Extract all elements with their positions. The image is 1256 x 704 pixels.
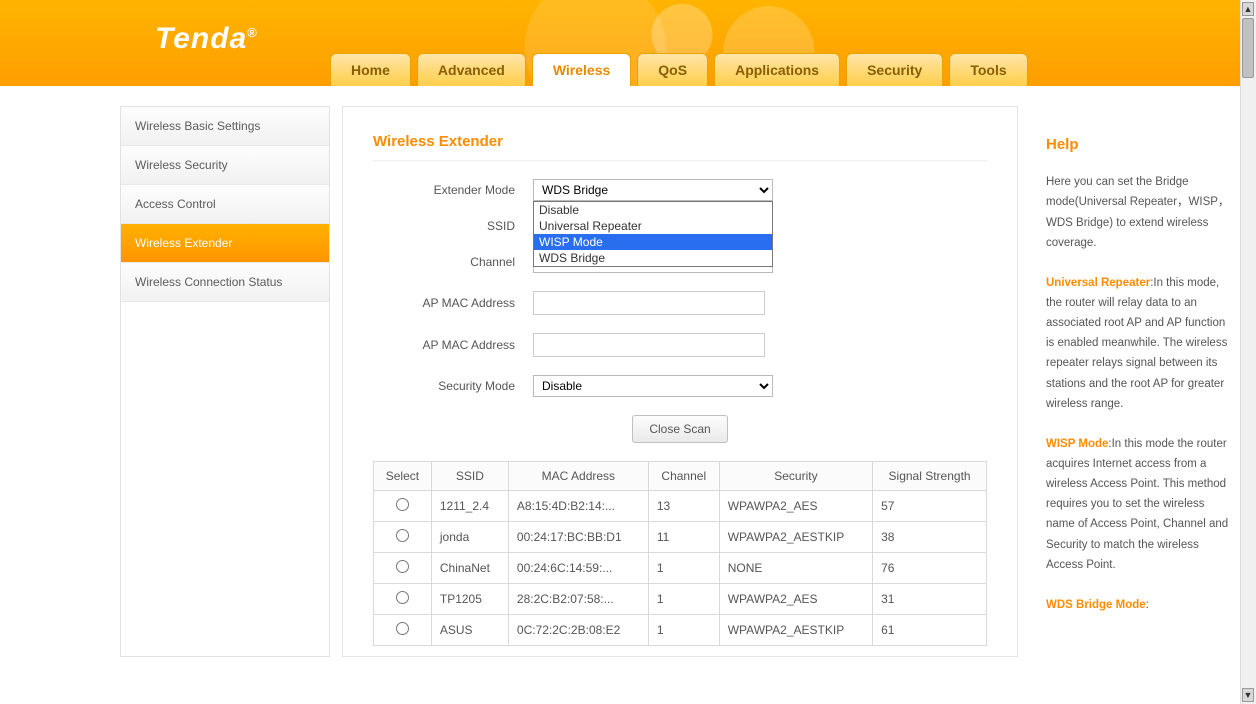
sidebar-item-security[interactable]: Wireless Security — [121, 146, 329, 185]
close-scan-button[interactable]: Close Scan — [632, 415, 727, 443]
extender-mode-select[interactable]: WDS Bridge — [533, 179, 773, 201]
scan-results-table: Select SSID MAC Address Channel Security… — [373, 461, 987, 646]
tab-wireless[interactable]: Wireless — [532, 53, 631, 86]
sidebar-item-access[interactable]: Access Control — [121, 185, 329, 224]
sidebar-item-basic[interactable]: Wireless Basic Settings — [121, 107, 329, 146]
scroll-up-arrow[interactable]: ▲ — [1242, 2, 1254, 16]
sidebar-item-connstatus[interactable]: Wireless Connection Status — [121, 263, 329, 302]
cell-channel: 11 — [648, 522, 719, 553]
cell-mac: 28:2C:B2:07:58:... — [508, 584, 648, 615]
scan-select-radio[interactable] — [396, 622, 409, 635]
scan-select-radio[interactable] — [396, 529, 409, 542]
tab-security[interactable]: Security — [846, 53, 943, 86]
page-title: Wireless Extender — [373, 133, 987, 150]
cell-security: WPAWPA2_AES — [719, 584, 872, 615]
th-mac: MAC Address — [508, 462, 648, 491]
table-row: 1211_2.4A8:15:4D:B2:14:...13WPAWPA2_AES5… — [374, 491, 987, 522]
table-row: TP120528:2C:B2:07:58:...1WPAWPA2_AES31 — [374, 584, 987, 615]
mode-option-wds[interactable]: WDS Bridge — [534, 250, 772, 266]
table-row: ASUS0C:72:2C:2B:08:E21WPAWPA2_AESTKIP61 — [374, 615, 987, 646]
th-security: Security — [719, 462, 872, 491]
table-header-row: Select SSID MAC Address Channel Security… — [374, 462, 987, 491]
cell-ssid: TP1205 — [431, 584, 508, 615]
cell-security: WPAWPA2_AESTKIP — [719, 522, 872, 553]
cell-mac: 00:24:17:BC:BB:D1 — [508, 522, 648, 553]
th-select: Select — [374, 462, 432, 491]
tab-advanced[interactable]: Advanced — [417, 53, 526, 86]
cell-signal: 57 — [873, 491, 987, 522]
tab-tools[interactable]: Tools — [949, 53, 1027, 86]
cell-mac: 00:24:6C:14:59:... — [508, 553, 648, 584]
mode-option-wisp[interactable]: WISP Mode — [534, 234, 772, 250]
ap-mac-input-1[interactable] — [533, 291, 765, 315]
scan-select-radio[interactable] — [396, 591, 409, 604]
tab-home[interactable]: Home — [330, 53, 411, 86]
divider — [373, 160, 987, 161]
cell-ssid: 1211_2.4 — [431, 491, 508, 522]
cell-signal: 76 — [873, 553, 987, 584]
table-row: jonda00:24:17:BC:BB:D111WPAWPA2_AESTKIP3… — [374, 522, 987, 553]
tab-qos[interactable]: QoS — [637, 53, 708, 86]
cell-signal: 31 — [873, 584, 987, 615]
scroll-thumb[interactable] — [1242, 18, 1254, 78]
tab-applications[interactable]: Applications — [714, 53, 840, 86]
label-channel: Channel — [373, 255, 533, 269]
main-tabs: Home Advanced Wireless QoS Applications … — [330, 53, 1028, 86]
cell-signal: 61 — [873, 615, 987, 646]
cell-signal: 38 — [873, 522, 987, 553]
cell-ssid: ChinaNet — [431, 553, 508, 584]
help-wds: WDS Bridge Mode: — [1046, 595, 1230, 615]
main-panel: Wireless Extender Extender Mode WDS Brid… — [342, 106, 1018, 657]
help-title: Help — [1046, 132, 1230, 158]
mode-option-disable[interactable]: Disable — [534, 202, 772, 218]
th-channel: Channel — [648, 462, 719, 491]
sidebar-item-extender[interactable]: Wireless Extender — [121, 224, 329, 263]
label-apmac2: AP MAC Address — [373, 338, 533, 352]
cell-security: NONE — [719, 553, 872, 584]
label-apmac1: AP MAC Address — [373, 296, 533, 310]
cell-security: WPAWPA2_AESTKIP — [719, 615, 872, 646]
scroll-down-arrow[interactable]: ▼ — [1242, 688, 1254, 702]
extender-mode-dropdown[interactable]: Disable Universal Repeater WISP Mode WDS… — [533, 201, 773, 267]
label-extender-mode: Extender Mode — [373, 183, 533, 197]
cell-channel: 13 — [648, 491, 719, 522]
scan-select-radio[interactable] — [396, 560, 409, 573]
label-security-mode: Security Mode — [373, 379, 533, 393]
cell-mac: 0C:72:2C:2B:08:E2 — [508, 615, 648, 646]
help-intro: Here you can set the Bridge mode(Univers… — [1046, 172, 1230, 253]
label-ssid: SSID — [373, 219, 533, 233]
sidebar: Wireless Basic Settings Wireless Securit… — [120, 106, 330, 657]
cell-ssid: jonda — [431, 522, 508, 553]
cell-channel: 1 — [648, 615, 719, 646]
help-panel: Help Here you can set the Bridge mode(Un… — [1030, 106, 1240, 657]
help-wisp: WISP Mode:In this mode the router acquir… — [1046, 434, 1230, 575]
ap-mac-input-2[interactable] — [533, 333, 765, 357]
cell-channel: 1 — [648, 584, 719, 615]
vertical-scrollbar[interactable]: ▲ ▼ — [1240, 0, 1256, 704]
cell-mac: A8:15:4D:B2:14:... — [508, 491, 648, 522]
mode-option-repeater[interactable]: Universal Repeater — [534, 218, 772, 234]
brand-logo: Tenda® — [155, 22, 258, 56]
help-universal: Universal Repeater:In this mode, the rou… — [1046, 273, 1230, 414]
table-row: ChinaNet00:24:6C:14:59:...1NONE76 — [374, 553, 987, 584]
cell-channel: 1 — [648, 553, 719, 584]
th-ssid: SSID — [431, 462, 508, 491]
scan-select-radio[interactable] — [396, 498, 409, 511]
cell-security: WPAWPA2_AES — [719, 491, 872, 522]
top-banner: Tenda® Home Advanced Wireless QoS Applic… — [0, 0, 1240, 86]
security-mode-select[interactable]: Disable — [533, 375, 773, 397]
cell-ssid: ASUS — [431, 615, 508, 646]
th-signal: Signal Strength — [873, 462, 987, 491]
